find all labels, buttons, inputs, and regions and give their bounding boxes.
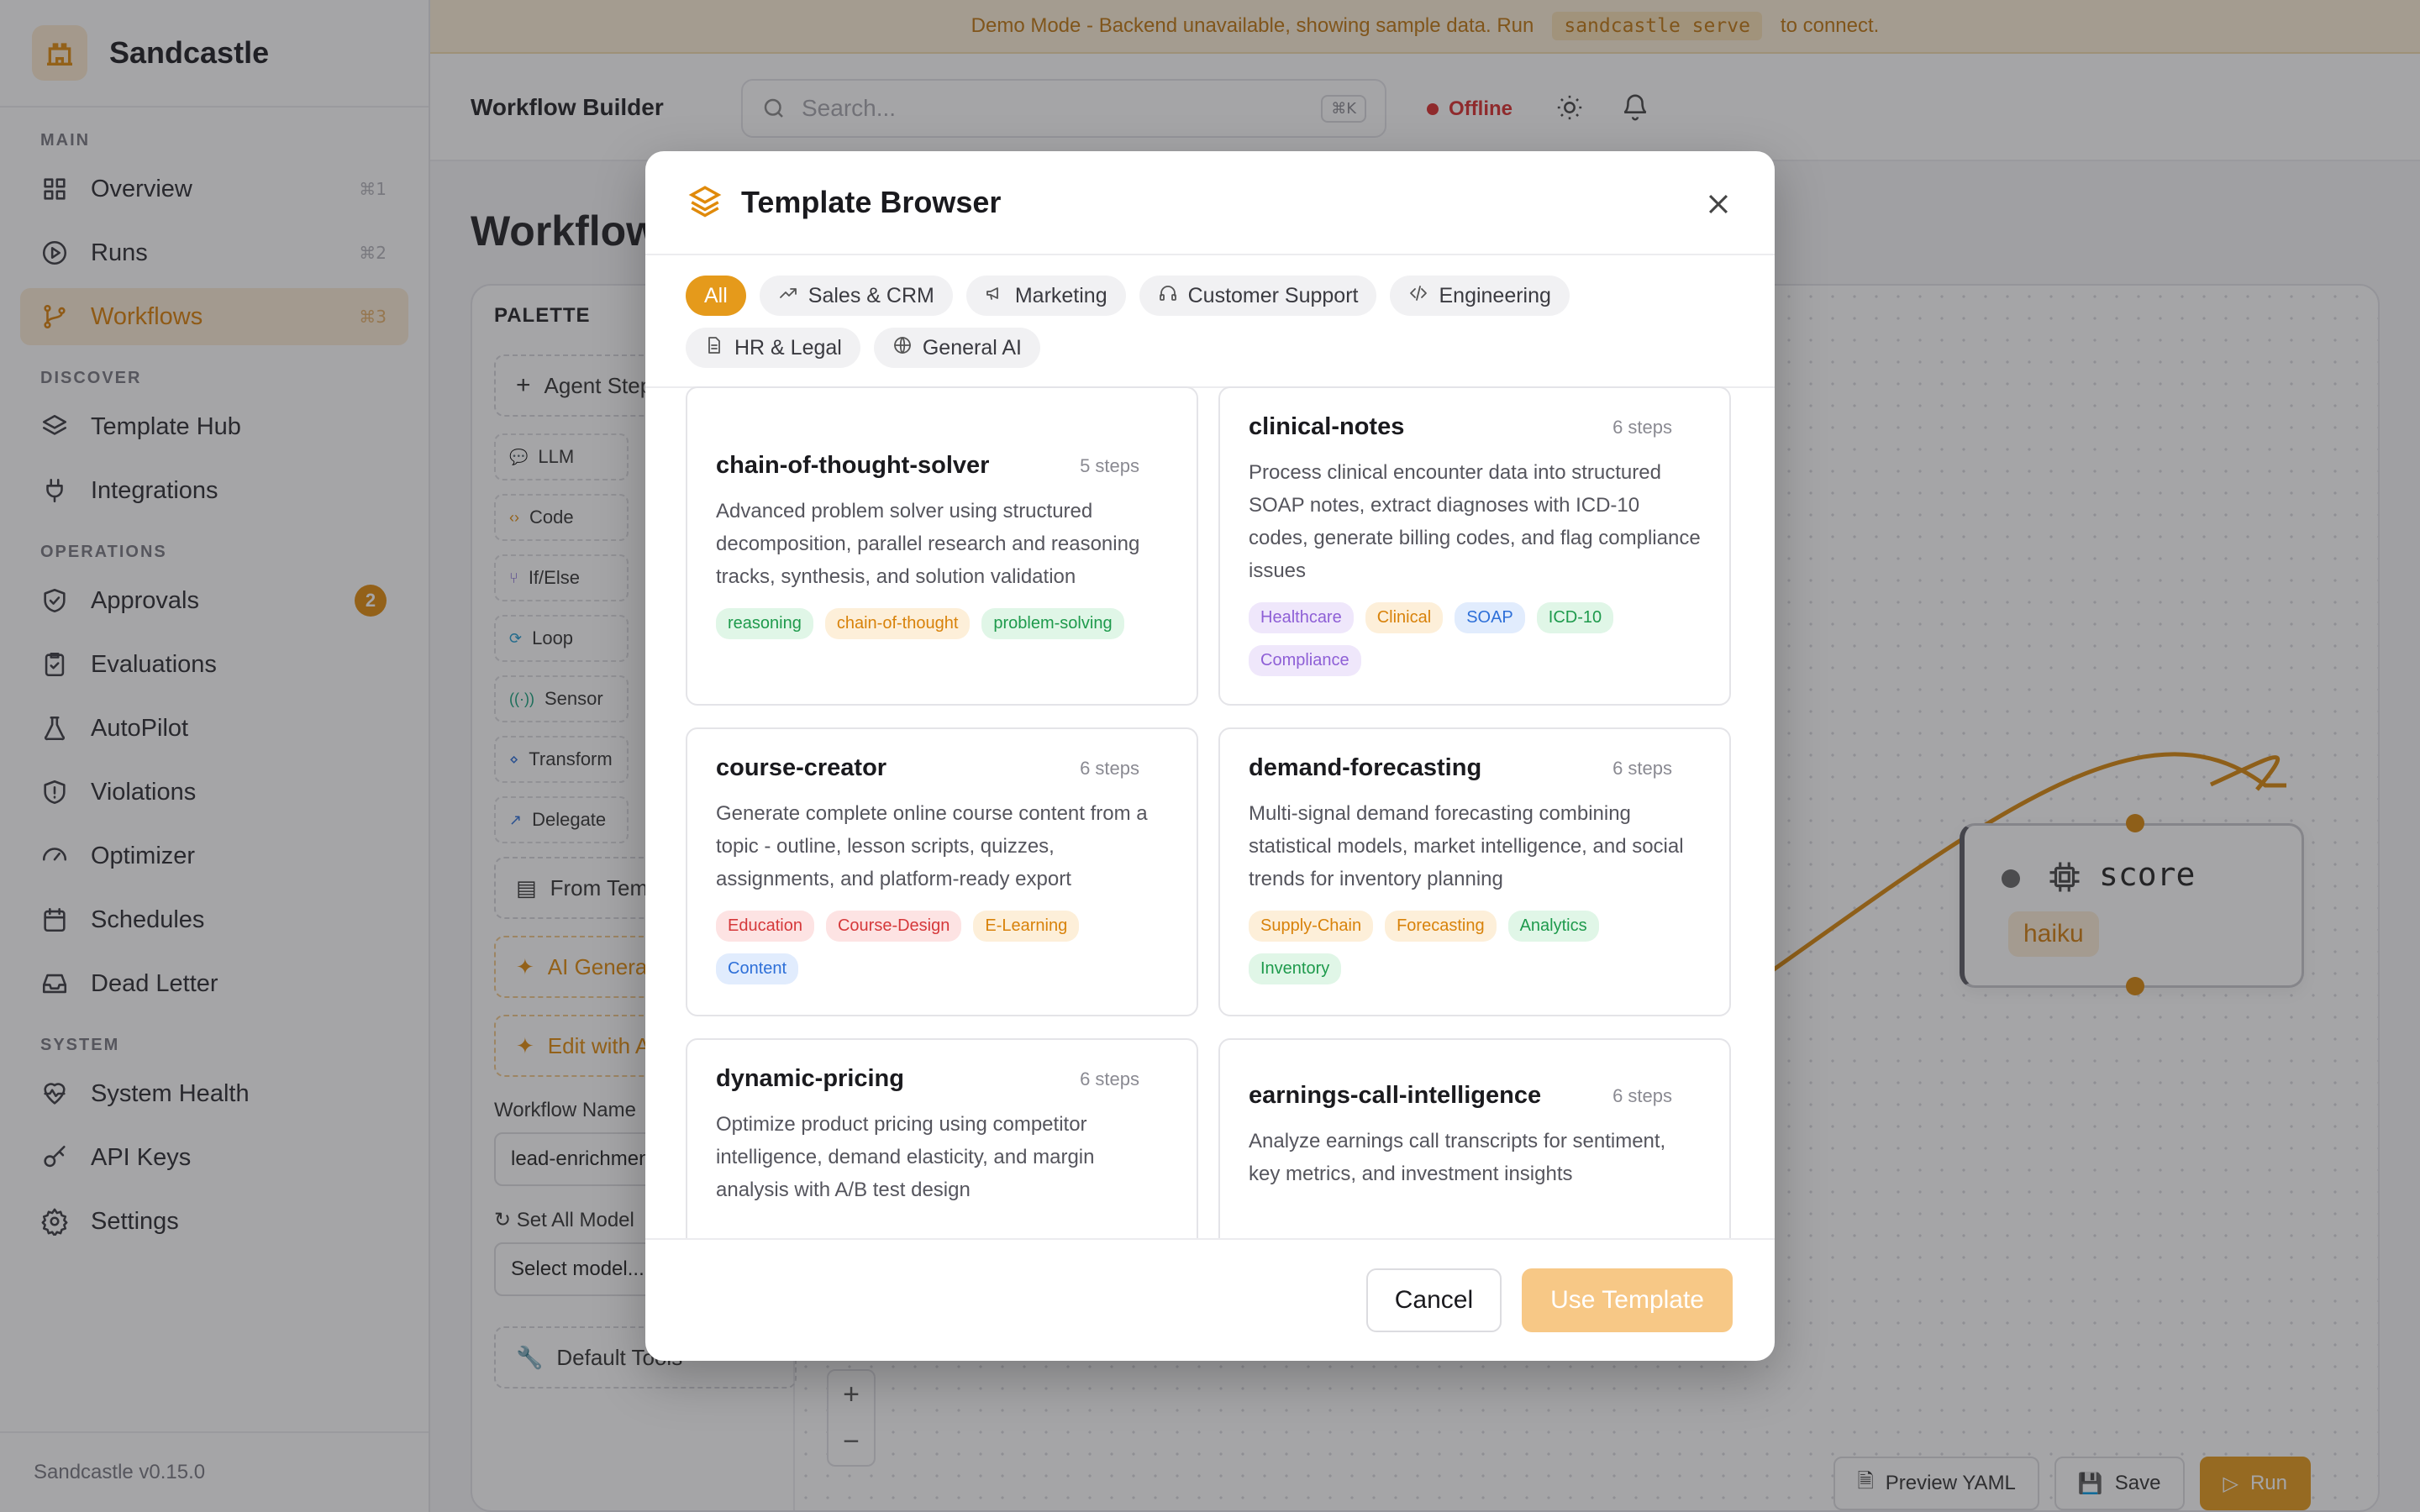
close-icon[interactable]: [1699, 185, 1738, 223]
tag-badge: Education: [716, 911, 814, 942]
category-filters: All Sales & CRM Marketing Customer Support E…: [645, 255, 1775, 388]
template-description: Process clinical encounter data into str…: [1249, 461, 1701, 582]
template-grid: chain-of-thought-solver 5 steps Advanced p…: [645, 386, 1775, 1238]
tag-badge: E-Learning: [973, 911, 1080, 942]
step-count: 6 steps: [1612, 417, 1672, 438]
template-card[interactable]: clinical-notes 6 steps Process clinical en…: [1218, 386, 1731, 706]
cancel-button[interactable]: Cancel: [1365, 1268, 1502, 1332]
tag-badge: Clinical: [1365, 602, 1444, 633]
tag-badge: ICD-10: [1536, 602, 1614, 633]
filter-chip-label: Engineering: [1439, 283, 1551, 307]
headphones-icon: [1158, 283, 1178, 309]
template-card[interactable]: chain-of-thought-solver 5 steps Advanced p…: [686, 386, 1198, 706]
template-name: course-creator: [716, 754, 887, 781]
globe-icon: [892, 335, 913, 361]
template-description: Multi-signal demand forecasting combinin…: [1249, 802, 1684, 890]
tag-badge: chain-of-thought: [824, 608, 971, 639]
template-name: clinical-notes: [1249, 413, 1405, 440]
tag-badge: Compliance: [1249, 645, 1361, 676]
filter-chip[interactable]: Engineering: [1390, 276, 1570, 316]
tag-badge: reasoning: [716, 608, 813, 639]
step-count: 6 steps: [1612, 758, 1672, 779]
tag-list: Supply-Chain Forecasting Analytics Inventor…: [1249, 911, 1701, 984]
tag-list: Healthcare Clinical SOAP ICD-10 Compliance: [1249, 602, 1701, 676]
code-icon: [1408, 283, 1428, 309]
trending-up-icon: [778, 283, 798, 309]
step-count: 6 steps: [1080, 758, 1139, 779]
layers-icon: [687, 183, 723, 223]
template-name: chain-of-thought-solver: [716, 452, 990, 479]
filter-chip-label: Sales & CRM: [808, 283, 934, 307]
template-description: Optimize product pricing using competito…: [716, 1113, 1095, 1201]
template-browser-modal: Template Browser All Sales & CRM Marketing…: [645, 151, 1775, 1361]
tag-badge: Course-Design: [825, 911, 962, 942]
filter-chip-label: All: [704, 283, 728, 307]
template-card[interactable]: demand-forecasting 6 steps Multi-signal de…: [1218, 727, 1731, 1016]
tag-badge: Inventory: [1249, 953, 1342, 984]
template-card[interactable]: dynamic-pricing 6 steps Optimize product p…: [686, 1038, 1198, 1238]
filter-chip[interactable]: HR & Legal: [686, 328, 860, 368]
template-name: dynamic-pricing: [716, 1065, 904, 1092]
template-card[interactable]: course-creator 6 steps Generate complete o…: [686, 727, 1198, 1016]
template-description: Generate complete online course content …: [716, 802, 1148, 890]
template-card[interactable]: earnings-call-intelligence 6 steps Analyze…: [1218, 1038, 1731, 1238]
modal-title: Template Browser: [741, 185, 1002, 219]
filter-chip-label: General AI: [922, 335, 1022, 360]
step-count: 6 steps: [1080, 1068, 1139, 1089]
tag-list: Education Course-Design E-Learning Content: [716, 911, 1168, 984]
filter-chip[interactable]: Sales & CRM: [759, 276, 953, 316]
filter-chip-label: Customer Support: [1187, 283, 1359, 307]
tag-badge: Healthcare: [1249, 602, 1354, 633]
step-count: 6 steps: [1612, 1085, 1672, 1106]
filter-chip[interactable]: General AI: [873, 328, 1040, 368]
modal-footer: Cancel Use Template: [645, 1238, 1775, 1361]
template-name: demand-forecasting: [1249, 754, 1482, 781]
tag-badge: Content: [716, 953, 799, 984]
template-name: earnings-call-intelligence: [1249, 1082, 1542, 1109]
template-description: Advanced problem solver using structured…: [716, 500, 1140, 588]
document-icon: [704, 335, 724, 361]
step-count: 5 steps: [1080, 455, 1139, 476]
filter-chip-label: HR & Legal: [734, 335, 842, 360]
tag-list: reasoning chain-of-thought problem-solving: [716, 608, 1168, 639]
filter-chip-label: Marketing: [1014, 283, 1107, 307]
template-description: Analyze earnings call transcripts for se…: [1249, 1130, 1666, 1185]
modal-header: Template Browser: [645, 151, 1775, 255]
tag-badge: Analytics: [1507, 911, 1599, 942]
tag-badge: SOAP: [1455, 602, 1525, 633]
filter-chip[interactable]: All: [686, 276, 746, 316]
tag-badge: problem-solving: [981, 608, 1124, 639]
use-template-button[interactable]: Use Template: [1522, 1268, 1733, 1332]
filter-chip[interactable]: Customer Support: [1139, 276, 1377, 316]
filter-chip[interactable]: Marketing: [965, 276, 1126, 316]
megaphone-icon: [985, 283, 1005, 309]
tag-badge: Forecasting: [1385, 911, 1497, 942]
tag-badge: Supply-Chain: [1249, 911, 1374, 942]
